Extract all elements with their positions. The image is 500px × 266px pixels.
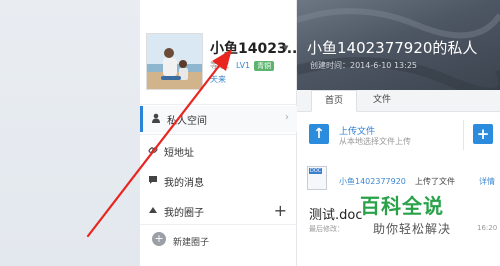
- level-value[interactable]: LV1: [236, 61, 250, 70]
- sidebar-item-label: 私人空间: [167, 115, 207, 127]
- sidebar: 小鱼14023... ▼ 等级： LV1 青铜 天来 私人空间 › 短地址 我的消息…: [140, 0, 303, 266]
- feed-more-link[interactable]: 详情: [479, 176, 495, 187]
- tab-files[interactable]: 文件: [359, 90, 405, 112]
- avatar-photo-icon: [147, 34, 202, 89]
- triangle-icon: [146, 205, 160, 218]
- watermark-subtitle: 助你轻松解决: [373, 222, 452, 236]
- space-title: 小鱼1402377920的私人: [307, 39, 478, 57]
- link-icon: [146, 145, 160, 158]
- sidebar-item-label: 我的消息: [164, 177, 204, 189]
- created-time: 创建时间：2014-6-10 13:25: [310, 61, 417, 70]
- person-icon: [149, 113, 163, 126]
- sidebar-item-my-circles[interactable]: 我的圈子 +: [140, 198, 297, 224]
- rank-badge[interactable]: 青铜: [254, 61, 275, 71]
- sidebar-item-short-url[interactable]: 短地址: [140, 138, 297, 164]
- level-label: 等级：: [210, 61, 234, 70]
- new-circle-button[interactable]: 新建圈子: [173, 235, 209, 248]
- message-icon: [146, 175, 160, 188]
- upload-subtitle: 从本地选择文件上传: [339, 137, 411, 146]
- feed-user-link[interactable]: 小鱼1402377920: [339, 176, 406, 187]
- sidebar-item-label: 我的圈子: [164, 207, 204, 219]
- divider: [463, 120, 464, 150]
- divider: [140, 134, 297, 135]
- chevron-right-icon: ›: [285, 112, 289, 123]
- file-title[interactable]: 测试.doc: [309, 204, 363, 223]
- space-banner: 小鱼1402377920的私人 创建时间：2014-6-10 13:25: [297, 0, 500, 90]
- new-circle-plus-icon[interactable]: +: [152, 232, 166, 246]
- profile-card: 小鱼14023... ▼ 等级： LV1 青铜 天来: [140, 0, 303, 102]
- tab-home[interactable]: 首页: [311, 90, 357, 112]
- add-circle-icon[interactable]: +: [274, 201, 287, 220]
- chevron-down-icon[interactable]: ▼: [283, 44, 288, 52]
- file-time: 16:20: [477, 224, 498, 232]
- tab-bar: 首页 文件: [297, 90, 500, 112]
- feed-action-text: 上传了文件: [415, 177, 455, 186]
- divider: [140, 224, 297, 225]
- plus-icon[interactable]: +: [473, 124, 493, 144]
- file-meta: 最后修改：: [309, 225, 344, 233]
- watermark-title: 百科全说: [360, 194, 444, 218]
- watermark: 百科全说 助你轻松解决: [360, 190, 475, 260]
- avatar[interactable]: [146, 33, 203, 90]
- divider: [140, 104, 297, 105]
- profile-sub-link[interactable]: 天来: [210, 74, 226, 85]
- sidebar-item-label: 短地址: [164, 147, 194, 159]
- left-background: [0, 0, 140, 266]
- sidebar-item-messages[interactable]: 我的消息: [140, 168, 297, 194]
- doc-badge: DOC: [309, 168, 323, 174]
- username[interactable]: 小鱼14023...: [210, 38, 303, 58]
- sidebar-item-private-space[interactable]: 私人空间 ›: [140, 106, 297, 132]
- doc-file-icon[interactable]: DOC: [307, 166, 327, 190]
- level-row: 等级： LV1 青铜: [210, 60, 275, 72]
- upload-arrow-icon[interactable]: ↑: [309, 124, 329, 144]
